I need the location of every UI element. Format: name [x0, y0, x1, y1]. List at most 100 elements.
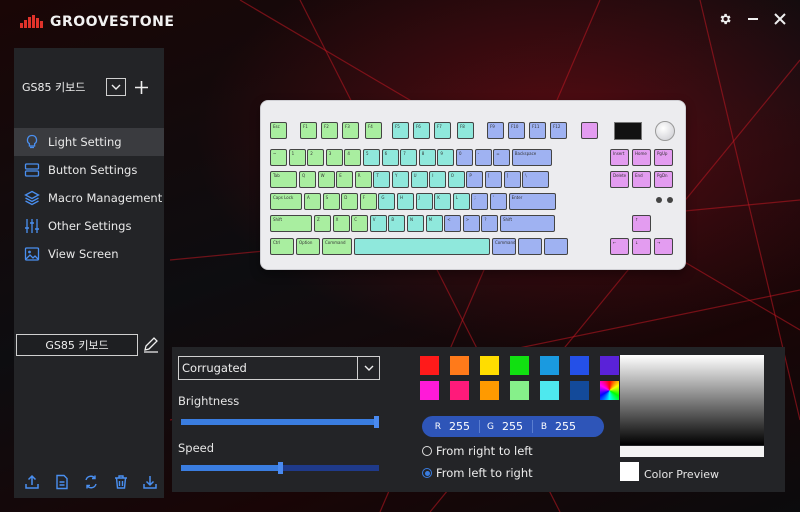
- keyboard-key[interactable]: Command: [492, 238, 516, 255]
- keyboard-key[interactable]: F8: [457, 122, 474, 139]
- color-swatch[interactable]: [420, 356, 439, 375]
- keyboard-key[interactable]: =: [493, 149, 511, 166]
- keyboard-key[interactable]: ;: [471, 193, 489, 210]
- keyboard-key[interactable]: Q: [299, 171, 316, 188]
- keyboard-key[interactable]: Esc: [270, 122, 287, 139]
- download-button[interactable]: [140, 472, 160, 492]
- keyboard-key[interactable]: ]: [503, 171, 521, 188]
- keyboard-key[interactable]: U: [410, 171, 428, 188]
- color-swatch[interactable]: [480, 381, 499, 400]
- keyboard-key[interactable]: 5: [363, 149, 380, 166]
- sidebar-item-button-settings[interactable]: Button Settings: [14, 156, 164, 184]
- direction-right-to-left-option[interactable]: From right to left: [422, 444, 533, 458]
- keyboard-key[interactable]: F2: [321, 122, 338, 139]
- keyboard-key[interactable]: L: [452, 193, 470, 210]
- color-swatch[interactable]: [540, 381, 559, 400]
- color-swatch[interactable]: [510, 381, 529, 400]
- keyboard-key[interactable]: -: [474, 149, 492, 166]
- upload-button[interactable]: [22, 472, 42, 492]
- keyboard-key[interactable]: 9: [437, 149, 455, 166]
- keyboard-key[interactable]: F9: [487, 122, 504, 139]
- keyboard-key[interactable]: ←: [610, 238, 629, 255]
- document-button[interactable]: [52, 472, 72, 492]
- edit-profile-button[interactable]: [142, 336, 160, 354]
- color-swatch[interactable]: [420, 381, 439, 400]
- color-swatch[interactable]: [570, 356, 589, 375]
- keyboard-key[interactable]: Enter: [508, 193, 556, 210]
- keyboard-key[interactable]: W: [317, 171, 335, 188]
- color-swatch[interactable]: [450, 381, 469, 400]
- keyboard-key[interactable]: R: [354, 171, 372, 188]
- sidebar-item-macro-management[interactable]: Macro Management: [14, 184, 164, 212]
- minimize-button[interactable]: [742, 8, 764, 30]
- hue-bar[interactable]: [620, 446, 764, 457]
- keyboard-key[interactable]: 1: [288, 149, 306, 166]
- keyboard-key[interactable]: B: [388, 215, 406, 232]
- keyboard-key[interactable]: F3: [342, 122, 359, 139]
- keyboard-key[interactable]: G: [378, 193, 396, 210]
- keyboard-key[interactable]: ': [490, 193, 507, 210]
- sidebar-item-view-screen[interactable]: View Screen: [14, 240, 164, 268]
- keyboard-key[interactable]: Delete: [610, 171, 629, 188]
- keyboard-key[interactable]: Option: [296, 238, 320, 255]
- speed-thumb[interactable]: [277, 462, 283, 474]
- keyboard-key[interactable]: 3: [325, 149, 343, 166]
- color-swatch[interactable]: [540, 356, 559, 375]
- color-swatch[interactable]: [510, 356, 529, 375]
- keyboard-key[interactable]: \: [522, 171, 550, 188]
- keyboard-key[interactable]: F7: [434, 122, 451, 139]
- keyboard-key[interactable]: Shift: [270, 215, 312, 232]
- add-device-button[interactable]: [132, 78, 150, 96]
- keyboard-key[interactable]: F5: [392, 122, 409, 139]
- keyboard-key[interactable]: F11: [529, 122, 546, 139]
- keyboard-key[interactable]: O: [447, 171, 465, 188]
- brightness-thumb[interactable]: [374, 416, 379, 428]
- effect-select[interactable]: Corrugated: [178, 356, 380, 380]
- keyboard-key[interactable]: ~: [270, 149, 287, 166]
- keyboard-key[interactable]: Caps Lock: [270, 193, 302, 210]
- keyboard-key[interactable]: N: [407, 215, 424, 232]
- radio-button[interactable]: [422, 446, 432, 456]
- keyboard-key[interactable]: End: [632, 171, 651, 188]
- keyboard-key[interactable]: S: [322, 193, 340, 210]
- sidebar-item-other-settings[interactable]: Other Settings: [14, 212, 164, 240]
- keyboard-key[interactable]: H: [397, 193, 414, 210]
- keyboard-key[interactable]: <: [444, 215, 462, 232]
- keyboard-key[interactable]: K: [434, 193, 452, 210]
- brightness-slider[interactable]: [181, 416, 379, 428]
- color-swatch[interactable]: [450, 356, 469, 375]
- keyboard-key[interactable]: Backspace: [511, 149, 552, 166]
- keyboard-key[interactable]: Home: [632, 149, 651, 166]
- keyboard-key[interactable]: 6: [381, 149, 399, 166]
- keyboard-key[interactable]: A: [304, 193, 321, 210]
- keyboard-key[interactable]: D: [341, 193, 359, 210]
- keyboard-key[interactable]: ?: [481, 215, 499, 232]
- keyboard-key[interactable]: PgUp: [654, 149, 673, 166]
- rgb-b-value[interactable]: 255: [547, 420, 581, 433]
- keyboard-key[interactable]: Z: [314, 215, 331, 232]
- keyboard-key[interactable]: PgDn: [654, 171, 673, 188]
- keyboard-key[interactable]: F12: [550, 122, 567, 139]
- keyboard-key[interactable]: V: [369, 215, 387, 232]
- close-button[interactable]: [769, 8, 791, 30]
- keyboard-key[interactable]: →: [654, 238, 673, 255]
- sync-button[interactable]: [81, 472, 101, 492]
- keyboard-key[interactable]: 7: [400, 149, 418, 166]
- keyboard-key[interactable]: F6: [413, 122, 430, 139]
- effect-dropdown-button[interactable]: [357, 356, 379, 380]
- keyboard-key[interactable]: Ctrl: [270, 238, 294, 255]
- color-swatch[interactable]: [600, 356, 619, 375]
- keyboard-key[interactable]: 8: [418, 149, 436, 166]
- settings-button[interactable]: [714, 8, 736, 30]
- keyboard-key[interactable]: M: [425, 215, 443, 232]
- keyboard-key[interactable]: [518, 238, 542, 255]
- keyboard-key[interactable]: >: [462, 215, 480, 232]
- keyboard-key[interactable]: P: [466, 171, 484, 188]
- keyboard-key[interactable]: 4: [344, 149, 362, 166]
- keyboard-key[interactable]: [581, 122, 598, 139]
- delete-button[interactable]: [111, 472, 131, 492]
- keyboard-key[interactable]: Y: [392, 171, 409, 188]
- keyboard-key[interactable]: C: [351, 215, 369, 232]
- keyboard-key[interactable]: F: [359, 193, 377, 210]
- keyboard-key[interactable]: F4: [365, 122, 382, 139]
